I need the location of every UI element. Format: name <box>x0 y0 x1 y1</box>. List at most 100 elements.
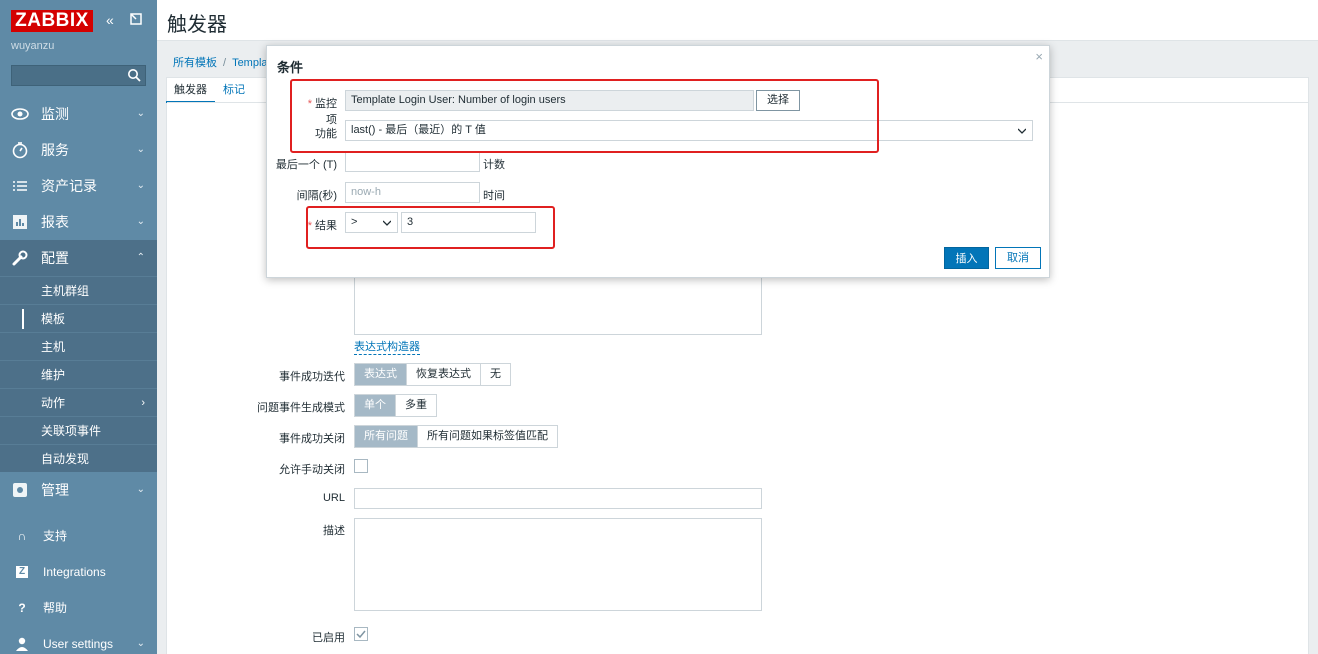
chevron-down-icon: ⌄ <box>136 484 145 495</box>
chevron-up-icon: ⌃ <box>136 252 145 263</box>
insert-button[interactable]: 插入 <box>944 247 989 269</box>
wrench-icon <box>12 250 28 266</box>
configuration-submenu: 主机群组 模板 主机 维护 动作 › 关联项事件 自动发现 <box>0 276 157 472</box>
ok-event-generation-toggle: 表达式 恢复表达式 无 <box>354 363 511 386</box>
bottom-menu: ∩ 支持 Z Integrations ? 帮助 User settings ⌄ <box>0 522 157 654</box>
user-icon <box>16 637 28 651</box>
chevron-down-icon: ⌄ <box>136 638 145 649</box>
menu-configuration[interactable]: 配置 ⌃ <box>0 240 157 276</box>
chevron-down-icon: ⌄ <box>136 180 145 191</box>
menu-label: 服务 <box>41 142 69 158</box>
sidebar: ZABBIX « wuyanzu 监测 ⌄ 服务 ⌄ 资产记录 ⌄ 报表 ⌄ 配… <box>0 0 157 654</box>
submenu-label: 动作 <box>41 396 66 410</box>
option-expression[interactable]: 表达式 <box>355 364 407 385</box>
menu-label: 支持 <box>43 529 68 543</box>
menu-label: 报表 <box>41 214 69 230</box>
gear-icon <box>13 483 27 497</box>
submenu-actions[interactable]: 动作 › <box>0 388 157 416</box>
menu-label: 配置 <box>41 250 69 266</box>
enabled-label: 已启用 <box>312 632 345 644</box>
tab-tags[interactable]: 标记 <box>215 79 253 103</box>
breadcrumb-all-templates[interactable]: 所有模板 <box>173 57 217 69</box>
menu-label: Integrations <box>43 565 106 579</box>
expression-textarea[interactable] <box>354 270 762 335</box>
help-icon: ? <box>18 601 26 615</box>
eye-icon <box>11 108 29 120</box>
submenu-discovery[interactable]: 自动发现 <box>0 444 157 472</box>
expression-builder-link[interactable]: 表达式构造器 <box>354 341 420 355</box>
menu-label: 资产记录 <box>41 178 97 194</box>
menu-reports[interactable]: 报表 ⌄ <box>0 204 157 240</box>
menu-administration[interactable]: 管理 ⌄ <box>0 472 157 508</box>
server-name: wuyanzu <box>11 40 55 52</box>
last-t-label: 最后一个 (T) <box>275 159 337 171</box>
menu-label: 帮助 <box>43 601 68 615</box>
url-input[interactable] <box>354 488 762 509</box>
menu-monitoring[interactable]: 监测 ⌄ <box>0 96 157 132</box>
zabbix-logo[interactable]: ZABBIX <box>11 10 93 32</box>
main-menu: 监测 ⌄ 服务 ⌄ 资产记录 ⌄ 报表 ⌄ 配置 ⌃ 主机群组 模板 主机 维护 <box>0 96 157 508</box>
chevron-down-icon: ⌄ <box>136 108 145 119</box>
interval-suffix: 时间 <box>483 190 505 202</box>
ok-event-closes-label: 事件成功关闭 <box>279 433 345 445</box>
checkmark-icon <box>356 630 366 639</box>
menu-support[interactable]: ∩ 支持 <box>0 522 157 558</box>
submenu-maintenance[interactable]: 维护 <box>0 360 157 388</box>
option-multiple[interactable]: 多重 <box>396 395 436 416</box>
menu-user-settings[interactable]: User settings ⌄ <box>0 630 157 654</box>
tab-triggers[interactable]: 触发器 <box>166 79 215 103</box>
tabs: 触发器 标记 <box>166 79 253 103</box>
menu-help[interactable]: ? 帮助 <box>0 594 157 630</box>
close-icon[interactable]: × <box>1035 49 1043 64</box>
submenu-hosts[interactable]: 主机 <box>0 332 157 360</box>
menu-inventory[interactable]: 资产记录 ⌄ <box>0 168 157 204</box>
allow-manual-close-label: 允许手动关闭 <box>279 464 345 476</box>
annotation-highlight-result <box>306 206 555 249</box>
allow-manual-close-checkbox[interactable] <box>354 459 368 473</box>
menu-label: User settings <box>43 637 114 651</box>
chevron-down-icon: ⌄ <box>136 144 145 155</box>
url-label: URL <box>322 492 345 504</box>
option-none[interactable]: 无 <box>481 364 510 385</box>
breadcrumb: 所有模板 / Templa <box>173 57 268 69</box>
menu-label: 监测 <box>41 106 69 122</box>
clock-icon <box>12 142 28 159</box>
last-t-input[interactable] <box>345 151 480 172</box>
option-tag-match[interactable]: 所有问题如果标签值匹配 <box>418 426 557 447</box>
submenu-templates[interactable]: 模板 <box>0 304 157 332</box>
description-textarea[interactable] <box>354 518 762 611</box>
enabled-checkbox[interactable] <box>354 627 368 641</box>
search-icon[interactable] <box>127 68 141 82</box>
zabbix-icon: Z <box>16 566 28 578</box>
breadcrumb-template[interactable]: Templa <box>232 57 267 69</box>
menu-integrations[interactable]: Z Integrations <box>0 558 157 594</box>
ok-event-generation-label: 事件成功迭代 <box>279 371 345 383</box>
chevron-down-icon <box>1018 128 1026 134</box>
annotation-highlight-item-function <box>290 79 879 153</box>
submenu-host-groups[interactable]: 主机群组 <box>0 276 157 304</box>
collapse-sidebar-icon[interactable]: « <box>106 12 114 28</box>
submenu-event-correlation[interactable]: 关联项事件 <box>0 416 157 444</box>
list-icon <box>13 181 27 191</box>
interval-label: 间隔(秒) <box>296 190 337 202</box>
problem-event-mode-toggle: 单个 多重 <box>354 394 437 417</box>
last-t-suffix: 计数 <box>483 159 505 171</box>
option-single[interactable]: 单个 <box>355 395 396 416</box>
chart-icon <box>13 215 27 229</box>
menu-label: 管理 <box>41 482 69 498</box>
description-label: 描述 <box>323 525 345 537</box>
dialog-title: 条件 <box>277 60 304 75</box>
interval-input[interactable]: now-h <box>345 182 480 203</box>
menu-services[interactable]: 服务 ⌄ <box>0 132 157 168</box>
ok-event-closes-toggle: 所有问题 所有问题如果标签值匹配 <box>354 425 558 448</box>
cancel-button[interactable]: 取消 <box>995 247 1041 269</box>
page-header: 触发器 <box>157 0 1318 41</box>
headset-icon: ∩ <box>17 529 27 543</box>
kiosk-mode-icon[interactable] <box>130 12 142 28</box>
page-title: 触发器 <box>167 14 227 36</box>
option-all-problems[interactable]: 所有问题 <box>355 426 418 447</box>
chevron-down-icon: ⌄ <box>136 216 145 227</box>
option-recovery-expression[interactable]: 恢复表达式 <box>407 364 481 385</box>
problem-event-mode-label: 问题事件生成模式 <box>257 402 345 414</box>
sidebar-search-input[interactable] <box>11 65 146 86</box>
